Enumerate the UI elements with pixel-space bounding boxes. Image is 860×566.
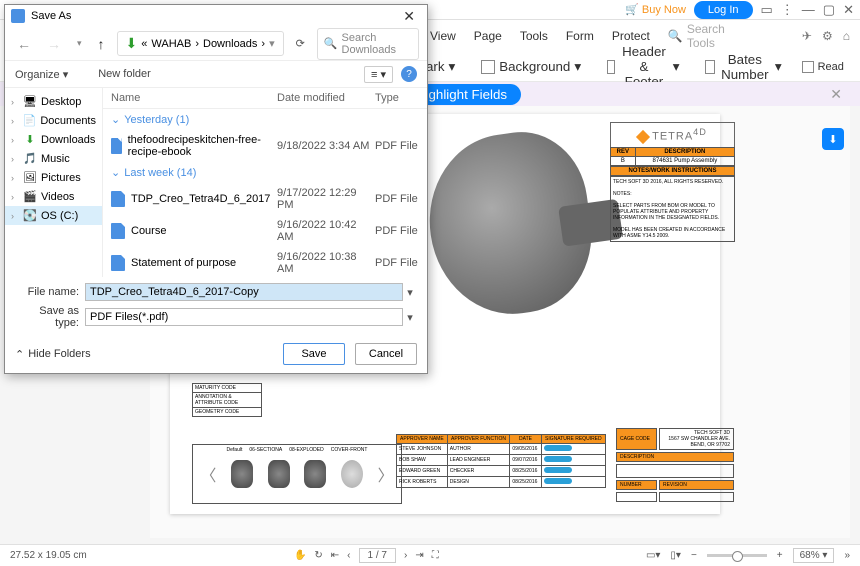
nav-back-icon[interactable]: ← [13, 34, 35, 54]
folder-tree: ›🖥Desktop ›📄Documents ›⬇Downloads ›🎵Musi… [5, 88, 103, 277]
file-name-dropdown-icon[interactable]: ▾ [403, 286, 417, 299]
thumb-next-icon[interactable]: 〉 [378, 462, 394, 486]
tree-documents[interactable]: ›📄Documents [5, 111, 102, 130]
settings-icon[interactable]: ⚙ [822, 29, 833, 43]
notes-header: NOTES/WORK INSTRUCTIONS [610, 166, 735, 176]
menu-page[interactable]: Page [474, 29, 502, 43]
save-type-select[interactable]: PDF Files(*.pdf) [85, 308, 403, 326]
pdf-file-icon [111, 255, 125, 271]
menu-tools[interactable]: Tools [520, 29, 548, 43]
first-page-icon[interactable]: ⇤ [331, 550, 339, 561]
approver-table: APPROVER NAMEAPPROVER FUNCTIONDATESIGNAT… [396, 434, 606, 488]
minimize-icon[interactable]: — [802, 2, 815, 17]
cancel-button[interactable]: Cancel [355, 343, 417, 365]
pdf-file-icon [111, 191, 125, 207]
zoom-in-icon[interactable]: + [777, 550, 783, 561]
tree-os-c[interactable]: ›💽OS (C:) [5, 206, 102, 225]
notification-icon[interactable]: ▭ [761, 2, 773, 18]
send-icon[interactable]: ✈ [802, 29, 812, 43]
left-code-table: MATURITY CODE ANNOTATION & ATTRIBUTE COD… [192, 384, 262, 417]
pump-3d-model [418, 124, 601, 325]
rotate-icon[interactable]: ↻ [314, 550, 322, 561]
header-footer-icon [607, 60, 615, 74]
layout-icon[interactable]: ▯▾ [670, 550, 681, 561]
file-list: Name Date modified Type ⌄Yesterday (1) t… [103, 88, 427, 277]
col-name[interactable]: Name [111, 92, 277, 104]
file-name-label: File name: [15, 286, 79, 298]
view-thumbnails: Default 06-SECTIONA 08-EXPLODED COVER-FR… [192, 444, 402, 504]
file-name-input[interactable]: TDP_Creo_Tetra4D_6_2017-Copy [85, 283, 403, 301]
expand-icon[interactable]: » [844, 550, 850, 561]
desc-header: DESCRIPTION [635, 147, 734, 156]
zoom-out-icon[interactable]: − [691, 550, 697, 561]
rev-value: B [611, 156, 636, 165]
notes-body: TECH SOFT 3D 2016, ALL RIGHTS RESERVED. … [610, 176, 735, 242]
save-type-dropdown-icon[interactable]: ▾ [403, 311, 417, 324]
last-page-icon[interactable]: ⇥ [415, 550, 423, 561]
pdf-file-icon [111, 223, 125, 239]
more-icon[interactable]: ⋮ [781, 2, 794, 18]
tetra-logo: TETRA4D [610, 122, 735, 147]
organize-button[interactable]: Organize ▾ [15, 68, 68, 81]
pdf-file-icon [111, 138, 122, 154]
col-type[interactable]: Type [375, 92, 419, 104]
hide-folders-button[interactable]: ⌃Hide Folders [15, 348, 91, 361]
menu-form[interactable]: Form [566, 29, 594, 43]
close-app-icon[interactable]: ✕ [843, 2, 854, 18]
file-row[interactable]: Course 9/16/2022 10:42 AM PDF File [103, 215, 427, 247]
read-checkbox[interactable]: Read [802, 61, 844, 73]
cage-box: CAGE CODETECH SOFT 3D1567 SW CHANDLER AV… [614, 426, 736, 504]
desc-value: 874631 Pump Assembly [635, 156, 734, 165]
help-icon[interactable]: ? [401, 66, 417, 82]
next-page-icon[interactable]: › [404, 550, 407, 561]
buy-now-link[interactable]: 🛒 Buy Now [625, 3, 686, 16]
search-input[interactable]: 🔍 Search Downloads [317, 28, 419, 60]
group-lastweek[interactable]: ⌄Last week (14) [103, 162, 427, 183]
save-type-label: Save as type: [15, 305, 79, 329]
bates-icon [705, 60, 714, 74]
breadcrumb[interactable]: ⬇ « WAHAB › Downloads › ▾ [117, 31, 284, 56]
col-date[interactable]: Date modified [277, 92, 375, 104]
group-yesterday[interactable]: ⌄Yesterday (1) [103, 109, 427, 130]
tree-desktop[interactable]: ›🖥Desktop [5, 92, 102, 111]
page-dimensions: 27.52 x 19.05 cm [10, 550, 87, 561]
nav-up-icon[interactable]: ↑ [94, 34, 109, 54]
save-button[interactable]: Save [283, 343, 345, 365]
background-button[interactable]: Background ▾ [475, 55, 587, 79]
home-icon[interactable]: ⌂ [843, 29, 850, 43]
hand-tool-icon[interactable]: ✋ [294, 550, 306, 561]
file-row[interactable]: thefoodrecipeskitchen-free-recipe-ebook … [103, 130, 427, 162]
prev-page-icon[interactable]: ‹ [347, 550, 350, 561]
bates-number-button[interactable]: Bates Number ▾ [699, 48, 787, 86]
login-button[interactable]: Log In [694, 1, 753, 19]
tree-downloads[interactable]: ›⬇Downloads [5, 130, 102, 149]
tree-pictures[interactable]: ›🖼Pictures [5, 168, 102, 187]
nav-forward-icon: → [43, 34, 65, 54]
infobar-close-icon[interactable]: ✕ [830, 86, 842, 103]
tree-music[interactable]: ›🎵Music [5, 149, 102, 168]
save-as-dialog: Save As ✕ ← → ▾ ↑ ⬇ « WAHAB › Downloads … [4, 4, 428, 374]
view-mode-button[interactable]: ≡ ▾ [364, 66, 393, 83]
fullscreen-icon[interactable]: ⛶ [432, 550, 439, 561]
tree-videos[interactable]: ›🎬Videos [5, 187, 102, 206]
dialog-title: Save As [31, 10, 71, 22]
menu-view[interactable]: View [430, 29, 456, 43]
download-icon: ⬇ [126, 35, 138, 52]
bookmark-download-icon[interactable]: ⬇ [822, 128, 844, 150]
thumb-prev-icon[interactable]: 〈 [200, 462, 216, 486]
page-indicator[interactable]: 1 / 7 [359, 548, 396, 563]
file-row[interactable]: TDP_Creo_Tetra4D_6_2017 9/17/2022 12:29 … [103, 183, 427, 215]
rev-header: REV [611, 147, 636, 156]
new-folder-button[interactable]: New folder [98, 68, 151, 80]
dialog-app-icon [11, 9, 25, 23]
nav-recent-icon[interactable]: ▾ [73, 36, 86, 51]
fit-page-icon[interactable]: ▭▾ [646, 550, 660, 561]
dialog-close-icon[interactable]: ✕ [397, 8, 421, 25]
file-row[interactable]: Statement of purpose 9/16/2022 10:38 AM … [103, 247, 427, 277]
zoom-slider[interactable] [707, 554, 767, 557]
refresh-icon[interactable]: ⟳ [292, 33, 309, 54]
background-icon [481, 60, 495, 74]
maximize-icon[interactable]: ▢ [823, 2, 835, 18]
zoom-value[interactable]: 68% ▾ [793, 548, 835, 563]
